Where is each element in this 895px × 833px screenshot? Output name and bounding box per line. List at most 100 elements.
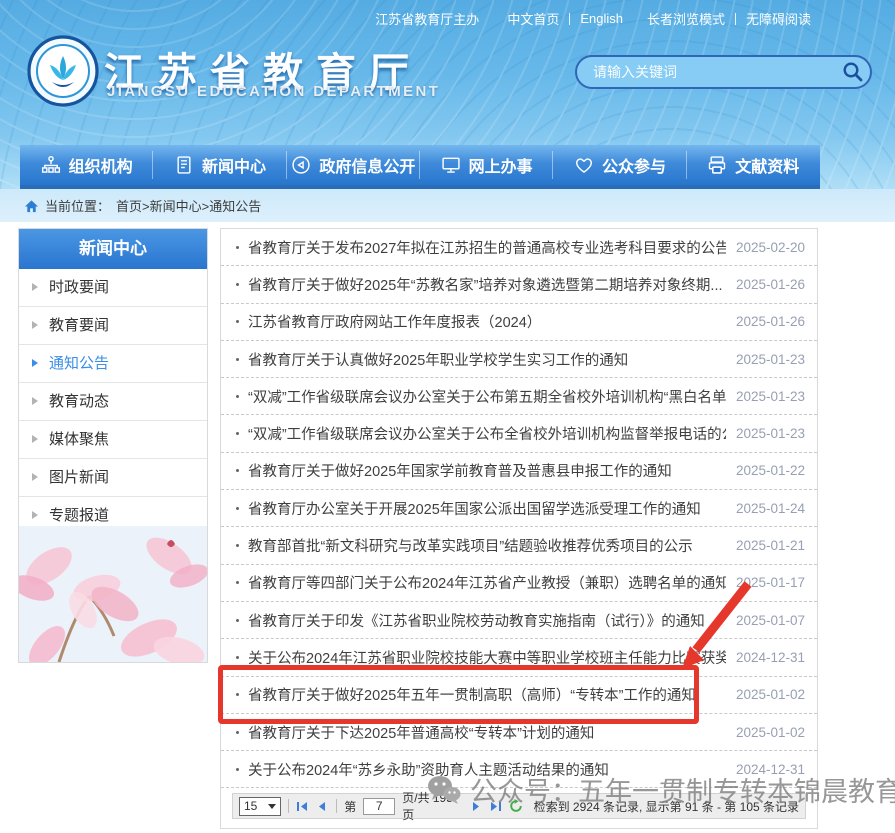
- top-utility-bar: 江苏省教育厅主办 中文首页 English 长者浏览模式 无障碍阅读: [375, 9, 811, 28]
- sidebar-item-photo-news[interactable]: 图片新闻: [19, 459, 207, 497]
- host-label: 江苏省教育厅主办: [375, 9, 479, 28]
- bullet-icon: [236, 395, 239, 398]
- last-page-button[interactable]: [489, 800, 502, 813]
- notice-title[interactable]: “双减”工作省级联席会议办公室关于公布全省校外培训机构监督举报电话的公...: [248, 423, 726, 444]
- sidebar-item-current-politics[interactable]: 时政要闻: [19, 269, 207, 307]
- notice-date: 2025-01-17: [736, 575, 805, 590]
- list-item[interactable]: 省教育厅关于印发《江苏省职业院校劳动教育实施指南（试行）》的通知 2025-01…: [221, 602, 817, 639]
- first-page-button[interactable]: [296, 800, 309, 813]
- link-chinese-home[interactable]: 中文首页: [507, 9, 559, 28]
- page-number-input[interactable]: [363, 798, 395, 815]
- link-accessibility[interactable]: 无障碍阅读: [746, 9, 811, 28]
- monitor-icon: [441, 155, 461, 175]
- divider: [569, 13, 570, 25]
- list-item[interactable]: “双减”工作省级联席会议办公室关于公布第五期全省校外培训机构“黑白名单... 2…: [221, 378, 817, 415]
- nav-item-public-participation[interactable]: 公众参与: [553, 145, 686, 185]
- nav-item-info-disclosure[interactable]: 政府信息公开: [287, 145, 420, 185]
- list-item[interactable]: 关于公布2024年“苏乡永助”资助育人主题活动结果的通知 2024-12-31: [221, 751, 817, 788]
- search-box: [575, 55, 872, 89]
- link-elder-mode[interactable]: 长者浏览模式: [647, 9, 725, 28]
- list-item[interactable]: 省教育厅关于发布2027年拟在江苏招生的普通高校专业选考科目要求的公告 2025…: [221, 229, 817, 266]
- notice-title[interactable]: 江苏省教育厅政府网站工作年度报表（2024）: [248, 311, 726, 332]
- sidebar-item-label: 教育要闻: [49, 317, 109, 334]
- bullet-icon: [236, 432, 239, 435]
- nav-label: 新闻中心: [202, 153, 266, 177]
- notice-title[interactable]: 省教育厅关于发布2027年拟在江苏招生的普通高校专业选考科目要求的公告: [248, 237, 726, 258]
- link-english[interactable]: English: [580, 11, 623, 26]
- notice-title[interactable]: 省教育厅关于做好2025年“苏教名家”培养对象遴选暨第二期培养对象终期...: [248, 274, 726, 295]
- notice-date: 2025-01-02: [736, 725, 805, 740]
- breadcrumb-label: 当前位置：: [45, 196, 110, 215]
- notice-title[interactable]: 省教育厅关于做好2025年国家学前教育普及普惠县申报工作的通知: [248, 460, 726, 481]
- notice-title[interactable]: 省教育厅关于下达2025年普通高校“专转本”计划的通知: [248, 722, 726, 743]
- bullet-icon: [236, 358, 239, 361]
- sidebar-news-center: 新闻中心 时政要闻 教育要闻 通知公告 教育动态 媒体聚焦 图片新闻 专题报道: [18, 228, 208, 663]
- list-item-highlighted[interactable]: 省教育厅关于做好2025年五年一贯制高职（高师）“专转本”工作的通知 2025-…: [221, 677, 817, 714]
- search-input[interactable]: [577, 64, 836, 80]
- bullet-icon: [236, 768, 239, 771]
- first-page-icon: [296, 800, 309, 813]
- sidebar-item-label: 时政要闻: [49, 279, 109, 296]
- triangle-icon: [32, 397, 38, 405]
- notice-date: 2025-01-21: [736, 538, 805, 553]
- nav-item-news-center[interactable]: 新闻中心: [153, 145, 286, 185]
- notice-title[interactable]: 省教育厅办公室关于开展2025年国家公派出国留学选派受理工作的通知: [248, 498, 726, 519]
- info-disclosure-icon: [291, 155, 311, 175]
- triangle-icon: [32, 283, 38, 291]
- list-item[interactable]: 省教育厅关于做好2025年国家学前教育普及普惠县申报工作的通知 2025-01-…: [221, 453, 817, 490]
- notice-title[interactable]: 省教育厅关于做好2025年五年一贯制高职（高师）“专转本”工作的通知: [248, 684, 726, 705]
- breadcrumb: 当前位置： 首页>新闻中心>通知公告: [24, 196, 261, 215]
- last-page-icon: [489, 800, 502, 813]
- page-size-value: 15: [244, 799, 257, 813]
- sidebar-item-notices[interactable]: 通知公告: [19, 345, 207, 383]
- sidebar-item-media-focus[interactable]: 媒体聚焦: [19, 421, 207, 459]
- notice-date: 2025-01-22: [736, 463, 805, 478]
- sidebar-item-label: 通知公告: [49, 355, 109, 372]
- list-item[interactable]: 教育部首批“新文科研究与改革实践项目”结题验收推荐优秀项目的公示 2025-01…: [221, 527, 817, 564]
- search-button[interactable]: [836, 57, 870, 87]
- notice-date: 2025-01-23: [736, 389, 805, 404]
- list-item[interactable]: 省教育厅关于做好2025年“苏教名家”培养对象遴选暨第二期培养对象终期... 2…: [221, 266, 817, 303]
- nav-item-documents[interactable]: 文献资料: [687, 145, 820, 185]
- notice-title[interactable]: 教育部首批“新文科研究与改革实践项目”结题验收推荐优秀项目的公示: [248, 535, 726, 556]
- next-page-button[interactable]: [469, 800, 482, 813]
- prev-page-button[interactable]: [316, 800, 329, 813]
- sidebar-title: 新闻中心: [19, 229, 207, 269]
- nav-item-organization[interactable]: 组织机构: [20, 145, 153, 185]
- list-item[interactable]: “双减”工作省级联席会议办公室关于公布全省校外培训机构监督举报电话的公... 2…: [221, 415, 817, 452]
- refresh-button[interactable]: [509, 799, 523, 813]
- next-page-icon: [469, 800, 482, 813]
- bullet-icon: [236, 731, 239, 734]
- triangle-icon: [32, 359, 38, 367]
- sidebar-item-education-trends[interactable]: 教育动态: [19, 383, 207, 421]
- nav-item-online-services[interactable]: 网上办事: [420, 145, 553, 185]
- list-item[interactable]: 省教育厅关于认真做好2025年职业学校学生实习工作的通知 2025-01-23: [221, 341, 817, 378]
- notice-title[interactable]: “双减”工作省级联席会议办公室关于公布第五期全省校外培训机构“黑白名单...: [248, 386, 726, 407]
- documents-icon: [707, 155, 727, 175]
- bullet-icon: [236, 544, 239, 547]
- notice-title[interactable]: 省教育厅关于认真做好2025年职业学校学生实习工作的通知: [248, 349, 726, 370]
- page-total-label: 页/共 195 页: [402, 789, 461, 823]
- notice-title[interactable]: 关于公布2024年江苏省职业院校技能大赛中等职业学校班主任能力比赛获奖...: [248, 647, 726, 668]
- notice-date: 2025-01-24: [736, 501, 805, 516]
- list-item[interactable]: 省教育厅办公室关于开展2025年国家公派出国留学选派受理工作的通知 2025-0…: [221, 490, 817, 527]
- list-item[interactable]: 省教育厅等四部门关于公布2024年江苏省产业教授（兼职）选聘名单的通知 2025…: [221, 565, 817, 602]
- page-size-select[interactable]: 15: [239, 797, 281, 816]
- sidebar-item-education-news[interactable]: 教育要闻: [19, 307, 207, 345]
- nav-label: 文献资料: [735, 153, 799, 177]
- site-logo[interactable]: [26, 34, 100, 108]
- pagination-bar: 15 第 页/共 195 页: [232, 793, 806, 819]
- notice-list-panel: 省教育厅关于发布2027年拟在江苏招生的普通高校专业选考科目要求的公告 2025…: [220, 228, 818, 829]
- list-item[interactable]: 省教育厅关于下达2025年普通高校“专转本”计划的通知 2025-01-02: [221, 714, 817, 751]
- notice-title[interactable]: 关于公布2024年“苏乡永助”资助育人主题活动结果的通知: [248, 759, 726, 780]
- list-item[interactable]: 关于公布2024年江苏省职业院校技能大赛中等职业学校班主任能力比赛获奖... 2…: [221, 639, 817, 676]
- magnolia-flower-image: [19, 526, 207, 662]
- list-item[interactable]: 江苏省教育厅政府网站工作年度报表（2024） 2025-01-26: [221, 304, 817, 341]
- page-root: 江苏省教育厅主办 中文首页 English 长者浏览模式 无障碍阅读 江苏省教育…: [0, 0, 895, 833]
- notice-title[interactable]: 省教育厅等四部门关于公布2024年江苏省产业教授（兼职）选聘名单的通知: [248, 572, 726, 593]
- news-icon: [174, 155, 194, 175]
- home-icon: [24, 199, 39, 213]
- breadcrumb-path[interactable]: 首页>新闻中心>通知公告: [116, 196, 261, 215]
- notice-title[interactable]: 省教育厅关于印发《江苏省职业院校劳动教育实施指南（试行）》的通知: [248, 610, 726, 631]
- bullet-icon: [236, 320, 239, 323]
